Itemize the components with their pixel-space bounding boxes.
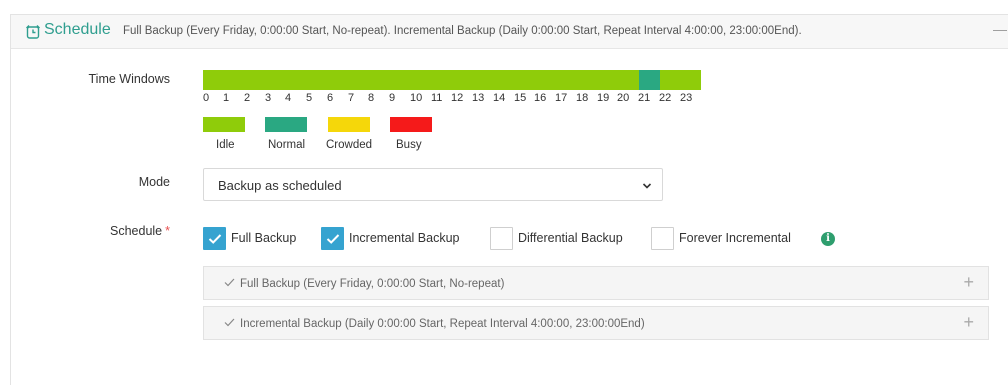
hour-tick-label: 18 xyxy=(576,92,589,104)
time-window-segment-normal[interactable] xyxy=(638,70,660,90)
legend-swatch-crowded xyxy=(328,117,370,132)
chevron-down-icon xyxy=(642,183,652,189)
schedule-panel-header[interactable]: Schedule Full Backup (Every Friday, 0:00… xyxy=(11,15,1008,49)
checkbox-label: Incremental Backup xyxy=(349,231,460,245)
checkbox[interactable] xyxy=(203,227,226,250)
legend-label-idle: Idle xyxy=(216,139,235,151)
collapse-button[interactable]: — xyxy=(993,21,1007,37)
mode-label: Mode xyxy=(138,175,170,189)
alarm-clock-icon xyxy=(26,25,40,39)
hour-tick-label: 19 xyxy=(597,92,610,104)
schedule-item-text: Full Backup (Every Friday, 0:00:00 Start… xyxy=(240,278,505,290)
legend-swatch-normal xyxy=(265,117,307,132)
checkbox[interactable] xyxy=(321,227,344,250)
schedule-summary: Full Backup (Every Friday, 0:00:00 Start… xyxy=(123,25,802,37)
hour-tick-label: 4 xyxy=(285,92,292,104)
legend-label-busy: Busy xyxy=(396,139,422,151)
hour-tick-label: 3 xyxy=(265,92,272,104)
hour-tick-label: 0 xyxy=(203,92,210,104)
hour-tick-label: 21 xyxy=(638,92,651,104)
hour-tick-label: 16 xyxy=(534,92,547,104)
hour-tick-label: 9 xyxy=(389,92,396,104)
hour-tick-label: 2 xyxy=(244,92,251,104)
schedule-item[interactable]: Incremental Backup (Daily 0:00:00 Start,… xyxy=(203,306,989,340)
time-window-segment-idle[interactable] xyxy=(203,70,639,90)
info-icon[interactable]: i xyxy=(821,232,835,246)
time-windows-label: Time Windows xyxy=(88,72,171,86)
checkbox[interactable] xyxy=(651,227,674,250)
panel-title: Schedule xyxy=(44,21,111,38)
hour-tick-label: 15 xyxy=(514,92,527,104)
schedule-item[interactable]: Full Backup (Every Friday, 0:00:00 Start… xyxy=(203,266,989,300)
hour-tick-label: 11 xyxy=(431,92,443,104)
legend-label-normal: Normal xyxy=(268,139,306,151)
check-icon xyxy=(224,278,235,287)
legend-label-crowded: Crowded xyxy=(326,139,373,151)
hour-tick-label: 17 xyxy=(555,92,568,104)
required-marker: * xyxy=(165,224,170,238)
hour-tick-label: 8 xyxy=(368,92,375,104)
hour-axis: 0 1 2 3 4 5 6 7 8 9 10 11 12 13 14 15 16 17 18 19 20 21 22 23 xyxy=(203,92,723,104)
hour-tick-label: 23 xyxy=(680,92,693,104)
checkbox-label: Forever Incremental xyxy=(679,231,791,245)
hour-tick-label: 22 xyxy=(659,92,672,104)
checkbox-label: Full Backup xyxy=(231,231,297,245)
schedule-item-text: Incremental Backup (Daily 0:00:00 Start,… xyxy=(240,318,645,330)
check-icon xyxy=(224,318,235,327)
schedule-label: Schedule * xyxy=(60,224,170,238)
legend-swatch-busy xyxy=(390,117,432,132)
hour-tick-label: 10 xyxy=(410,92,423,104)
hour-tick-label: 1 xyxy=(223,92,230,104)
checkmark-icon xyxy=(326,234,340,244)
mode-select[interactable]: Backup as scheduled xyxy=(203,168,663,201)
add-button[interactable]: + xyxy=(963,272,974,293)
hour-tick-label: 13 xyxy=(472,92,485,104)
mode-selected-value: Backup as scheduled xyxy=(218,178,342,193)
hour-tick-label: 12 xyxy=(451,92,464,104)
checkbox[interactable] xyxy=(490,227,513,250)
hour-tick-label: 5 xyxy=(306,92,313,104)
hour-tick-label: 6 xyxy=(327,92,334,104)
schedule-label-text: Schedule xyxy=(110,224,163,238)
checkbox-label: Differential Backup xyxy=(518,231,623,245)
add-button[interactable]: + xyxy=(963,312,974,333)
time-windows-bar[interactable] xyxy=(203,70,701,90)
legend-swatch-idle xyxy=(203,117,245,132)
checkmark-icon xyxy=(208,234,222,244)
time-window-segment-idle[interactable] xyxy=(659,70,701,90)
hour-tick-label: 20 xyxy=(617,92,630,104)
hour-tick-label: 7 xyxy=(348,92,355,104)
hour-tick-label: 14 xyxy=(493,92,506,104)
